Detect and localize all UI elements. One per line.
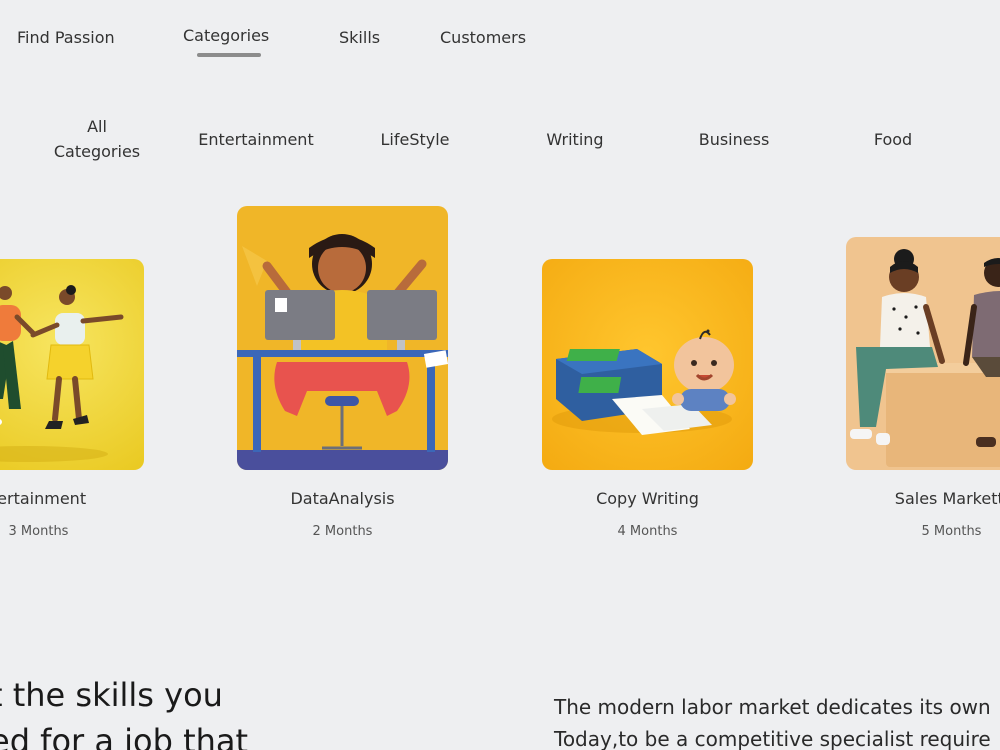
printer-and-baby-illustration	[542, 259, 753, 470]
course-card-salesmarketing-duration: 5 Months	[921, 524, 982, 539]
hero-paragraph-line-2: Today,to be a competitive specialist req…	[554, 727, 991, 750]
course-card-dataanalysis-title: DataAnalysis	[290, 489, 395, 508]
hero-paragraph-line-1: The modern labor market dedicates its ow…	[554, 695, 991, 719]
hero-headline-line-1: t the skills you	[0, 676, 223, 714]
course-card-salesmarketing-image[interactable]	[846, 237, 1000, 470]
hero-headline: t the skills you ed for a job that	[0, 672, 248, 750]
nav-categories[interactable]: Categories	[183, 26, 269, 45]
course-card-dataanalysis-duration: 2 Months	[312, 524, 373, 539]
filter-all-categories[interactable]: All Categories	[42, 114, 152, 164]
filter-writing[interactable]: Writing	[530, 127, 620, 152]
course-card-copywriting-image[interactable]	[542, 259, 753, 470]
two-people-sitting-illustration	[846, 237, 1000, 470]
nav-customers[interactable]: Customers	[440, 28, 526, 47]
hero-paragraph: The modern labor market dedicates its ow…	[554, 691, 991, 750]
filter-entertainment[interactable]: Entertainment	[186, 127, 326, 152]
hero-headline-line-2: ed for a job that	[0, 722, 249, 750]
course-card-entertainment-duration: 3 Months	[8, 524, 69, 539]
nav-find-passion[interactable]: Find Passion	[17, 28, 115, 47]
woman-at-desk-with-monitors-illustration	[237, 206, 448, 470]
nav-skills[interactable]: Skills	[339, 28, 380, 47]
course-card-dataanalysis-image[interactable]	[237, 206, 448, 470]
course-card-entertainment-title: tertainment	[0, 489, 87, 508]
filter-business[interactable]: Business	[684, 127, 784, 152]
nav-active-underline	[197, 53, 261, 57]
filter-food[interactable]: Food	[858, 127, 928, 152]
course-card-copywriting-title: Copy Writing	[596, 489, 699, 508]
course-card-copywriting-duration: 4 Months	[617, 524, 678, 539]
course-card-entertainment-image[interactable]	[0, 259, 144, 470]
filter-lifestyle[interactable]: LifeStyle	[365, 127, 465, 152]
dancing-couple-illustration	[0, 259, 144, 470]
page: Find Passion Categories Skills Customers…	[0, 0, 1000, 750]
course-card-salesmarketing-title: Sales Marketti	[894, 489, 1000, 508]
